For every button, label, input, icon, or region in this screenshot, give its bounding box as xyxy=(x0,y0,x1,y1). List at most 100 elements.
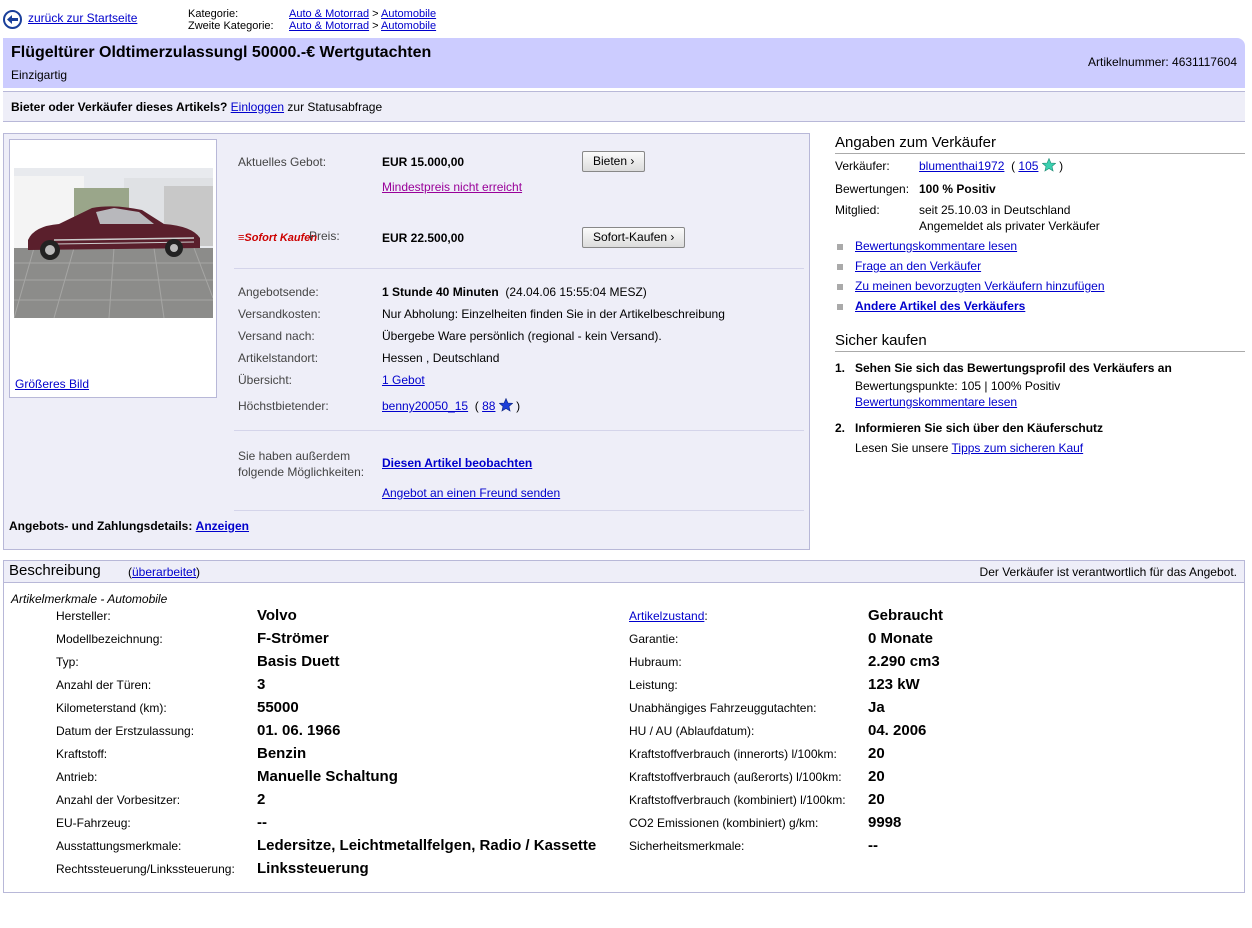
second-category-link-auto-motorrad[interactable]: Auto & Motorrad xyxy=(289,20,369,32)
bid-button[interactable]: Bieten › xyxy=(582,151,646,172)
attribute-value: Linkssteuerung xyxy=(257,860,369,877)
category-breadcrumbs: Auto & Motorrad > Automobile Auto & Moto… xyxy=(289,8,436,32)
item-condition-link[interactable]: Artikelzustand xyxy=(629,609,704,623)
buy-now-logo-text: Sofort Kaufen xyxy=(244,232,318,244)
item-photo[interactable] xyxy=(14,168,213,318)
attribute-value: 20 xyxy=(868,745,885,762)
seller-label: Verkäufer: xyxy=(835,159,890,173)
reserve-not-met-link[interactable]: Mindestpreis nicht erreicht xyxy=(382,180,522,194)
other-items-link[interactable]: Andere Artikel des Verkäufers xyxy=(855,299,1025,313)
ship-to-label: Versand nach: xyxy=(238,329,315,343)
step-1-feedback-link[interactable]: Bewertungskommentare lesen xyxy=(855,395,1017,409)
bullet-icon xyxy=(837,284,843,290)
divider xyxy=(234,510,804,511)
back-arrow-icon[interactable] xyxy=(3,10,22,29)
attribute-label: EU-Fahrzeug: xyxy=(56,816,131,830)
attribute-label: Kraftstoffverbrauch (innerorts) l/100km: xyxy=(629,747,837,761)
current-bid-label: Aktuelles Gebot: xyxy=(238,155,327,169)
back-to-home-link[interactable]: zurück zur Startseite xyxy=(28,11,137,25)
attributes-title: Artikelmerkmale - Automobile xyxy=(11,592,168,606)
high-bidder-link[interactable]: benny20050_15 xyxy=(382,399,468,413)
bullet-icon xyxy=(837,264,843,270)
turquoise-star-icon xyxy=(1041,158,1056,172)
end-remaining: 1 Stunde 40 Minuten xyxy=(382,285,499,299)
shipping-value: Nur Abholung: Einzelheiten finden Sie in… xyxy=(382,307,725,321)
second-category-label: Zweite Kategorie: xyxy=(188,20,274,32)
attribute-label: Anzahl der Vorbesitzer: xyxy=(56,793,181,807)
safe-buying-tips-link[interactable]: Tipps zum sicheren Kauf xyxy=(952,441,1084,455)
seller-score-link[interactable]: 105 xyxy=(1018,159,1038,173)
bigger-image-link[interactable]: Größeres Bild xyxy=(15,377,89,391)
payment-details-link[interactable]: Anzeigen xyxy=(196,519,249,533)
high-bidder: benny20050_15 ( 88 ) xyxy=(382,398,521,413)
divider xyxy=(234,430,804,431)
label-colon: : xyxy=(704,609,708,623)
step-1-title: Sehen Sie sich das Bewertungsprofil des … xyxy=(855,361,1172,375)
buy-now-button-label: Sofort-Kaufen xyxy=(593,230,668,244)
attribute-label: CO2 Emissionen (kombiniert) g/km: xyxy=(629,816,819,830)
seller-name-link[interactable]: blumenthai1972 xyxy=(919,159,1004,173)
overview-label: Übersicht: xyxy=(238,373,293,387)
attribute-value: 20 xyxy=(868,791,885,808)
category-link-auto-motorrad[interactable]: Auto & Motorrad xyxy=(289,8,369,20)
shipping-label: Versandkosten: xyxy=(238,307,321,321)
description-section: Beschreibung (überarbeitet) Der Verkäufe… xyxy=(3,560,1245,893)
location-label: Artikelstandort: xyxy=(238,351,319,365)
attribute-label: Kilometerstand (km): xyxy=(56,701,167,715)
second-category-link-automobile[interactable]: Automobile xyxy=(381,20,436,32)
attribute-label: Ausstattungsmerkmale: xyxy=(56,839,182,853)
safe-buying-heading: Sicher kaufen xyxy=(835,332,1245,352)
top-navigation: zurück zur Startseite Kategorie: Zweite … xyxy=(0,0,1252,36)
item-condition-label: Artikelzustand: xyxy=(629,609,708,623)
attribute-label: Modellbezeichnung: xyxy=(56,632,163,646)
divider xyxy=(234,268,804,269)
attribute-value: 20 xyxy=(868,768,885,785)
attribute-value: Benzin xyxy=(257,745,307,762)
member-since: seit 25.10.03 in Deutschland xyxy=(919,203,1071,217)
login-prompt: Bieter oder Verkäufer dieses Artikels? E… xyxy=(11,100,382,114)
high-bidder-label: Höchstbietender: xyxy=(238,399,329,413)
item-photo-frame: Größeres Bild xyxy=(9,139,217,398)
bid-button-label: Bieten xyxy=(593,154,628,168)
watch-item-link[interactable]: Diesen Artikel beobachten xyxy=(382,456,532,470)
high-bidder-score-link[interactable]: 88 xyxy=(482,399,495,413)
login-link[interactable]: Einloggen xyxy=(231,100,284,114)
attribute-label: Antrieb: xyxy=(56,770,98,784)
options-label-line-2: folgende Möglichkeiten: xyxy=(238,465,365,479)
attribute-value: 9998 xyxy=(868,814,902,831)
seller-feedback-link[interactable]: Bewertungskommentare lesen xyxy=(855,239,1017,253)
item-subtitle: Einzigartig xyxy=(11,68,68,82)
edited-link[interactable]: überarbeitet xyxy=(132,565,196,579)
ask-seller-link[interactable]: Frage an den Verkäufer xyxy=(855,259,981,273)
category-link-automobile[interactable]: Automobile xyxy=(381,8,436,20)
end-time: 1 Stunde 40 Minuten (24.04.06 15:55:04 M… xyxy=(382,285,647,299)
payment-details: Angebots- und Zahlungsdetails: Anzeigen xyxy=(9,519,249,533)
attribute-label: Leistung: xyxy=(629,678,678,692)
options-label-line-1: Sie haben außerdem xyxy=(238,449,351,463)
step-2-text: Lesen Sie unsere Tipps zum sicheren Kauf xyxy=(855,441,1083,455)
ship-to-value: Übergebe Ware persönlich (regional - kei… xyxy=(382,329,662,343)
member-type: Angemeldet als privater Verkäufer xyxy=(919,219,1100,233)
chevron-right-icon: › xyxy=(630,154,635,168)
step-2-title: Informieren Sie sich über den Käuferschu… xyxy=(855,421,1104,435)
buy-now-button[interactable]: Sofort-Kaufen › xyxy=(582,227,686,248)
bid-history-link[interactable]: 1 Gebot xyxy=(382,373,425,387)
item-details-panel: Größeres Bild Aktuelles Gebot: EUR 15.00… xyxy=(3,133,810,550)
attribute-label: Kraftstoffverbrauch (außerorts) l/100km: xyxy=(629,770,842,784)
attribute-label: Kraftstoffverbrauch (kombiniert) l/100km… xyxy=(629,793,846,807)
buy-now-price: EUR 22.500,00 xyxy=(382,231,465,245)
attribute-label: Hersteller: xyxy=(56,609,111,623)
step-2-number: 2. xyxy=(835,421,846,435)
attribute-value: 0 Monate xyxy=(868,630,934,647)
rating-value: 100 % Positiv xyxy=(919,182,996,196)
seller-info-heading: Angaben zum Verkäufer xyxy=(835,134,1245,154)
step-1-number: 1. xyxy=(835,361,846,375)
attribute-value: Ledersitze, Leichtmetallfelgen, Radio / … xyxy=(257,837,597,854)
attribute-value: F-Strömer xyxy=(257,630,329,647)
send-to-friend-link[interactable]: Angebot an einen Freund senden xyxy=(382,486,560,500)
login-suffix: zur Statusabfrage xyxy=(287,100,383,114)
attribute-label: Unabhängiges Fahrzeuggutachten: xyxy=(629,701,817,715)
attribute-label: Kraftstoff: xyxy=(56,747,108,761)
add-favorite-seller-link[interactable]: Zu meinen bevorzugten Verkäufern hinzufü… xyxy=(855,279,1105,293)
item-number: Artikelnummer: 4631117604 xyxy=(1088,55,1237,69)
